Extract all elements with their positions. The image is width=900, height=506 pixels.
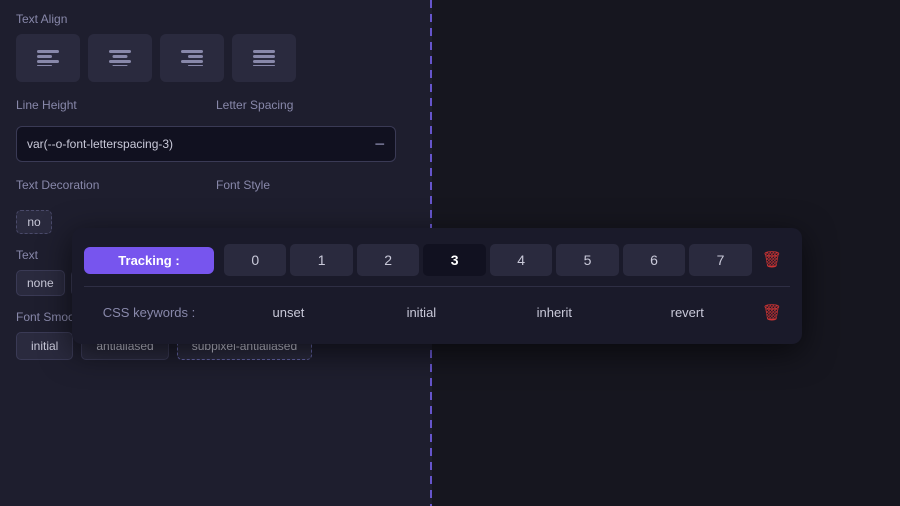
text-align-row — [16, 34, 414, 82]
tracking-delete-button[interactable]: 🗑 — [754, 246, 790, 274]
tracking-5-button[interactable]: 5 — [556, 244, 618, 276]
deco-none-button[interactable]: no — [16, 210, 52, 234]
text-decoration-font-style-row: Text Decoration Font Style — [16, 178, 414, 200]
tracking-7-button[interactable]: 7 — [689, 244, 751, 276]
tracking-6-button[interactable]: 6 — [623, 244, 685, 276]
align-right-button[interactable] — [160, 34, 224, 82]
text-decoration-label: Text Decoration — [16, 178, 216, 192]
line-height-label: Line Height — [16, 98, 216, 112]
smooth-initial-button[interactable]: initial — [16, 332, 73, 360]
tracking-row: Tracking : 0 1 2 3 4 5 6 7 🗑 — [72, 238, 802, 282]
tracking-0-button[interactable]: 0 — [224, 244, 286, 276]
tracking-1-button[interactable]: 1 — [290, 244, 352, 276]
letter-spacing-label: Letter Spacing — [216, 98, 414, 112]
tracking-popup: Tracking : 0 1 2 3 4 5 6 7 🗑 CSS keyword… — [72, 228, 802, 344]
text-align-label: Text Align — [16, 12, 414, 26]
letter-spacing-value: var(--o-font-letterspacing-3) — [27, 137, 173, 151]
align-justify-button[interactable] — [232, 34, 296, 82]
align-left-button[interactable] — [16, 34, 80, 82]
letter-spacing-field[interactable]: var(--o-font-letterspacing-3) − — [16, 126, 396, 162]
tracking-label: Tracking : — [84, 247, 214, 274]
line-height-letter-spacing-labels: Line Height Letter Spacing — [16, 98, 414, 120]
tracking-4-button[interactable]: 4 — [490, 244, 552, 276]
kw-unset-button[interactable]: unset — [222, 297, 355, 328]
css-keywords-label: CSS keywords : — [84, 299, 214, 326]
letter-spacing-minus[interactable]: − — [374, 134, 385, 155]
font-style-label: Font Style — [216, 178, 414, 192]
tracking-3-button[interactable]: 3 — [423, 244, 485, 276]
css-keywords-delete-button[interactable]: 🗑 — [754, 299, 790, 327]
css-keywords-row: CSS keywords : unset initial inherit rev… — [72, 291, 802, 334]
kw-inherit-button[interactable]: inherit — [488, 297, 621, 328]
align-center-button[interactable] — [88, 34, 152, 82]
tracking-numbers: 0 1 2 3 4 5 6 7 — [222, 244, 754, 276]
popup-divider — [84, 286, 790, 287]
transform-none-button[interactable]: none — [16, 270, 65, 296]
kw-initial-button[interactable]: initial — [355, 297, 488, 328]
css-keywords-options: unset initial inherit revert — [222, 297, 754, 328]
kw-revert-button[interactable]: revert — [621, 297, 754, 328]
tracking-2-button[interactable]: 2 — [357, 244, 419, 276]
